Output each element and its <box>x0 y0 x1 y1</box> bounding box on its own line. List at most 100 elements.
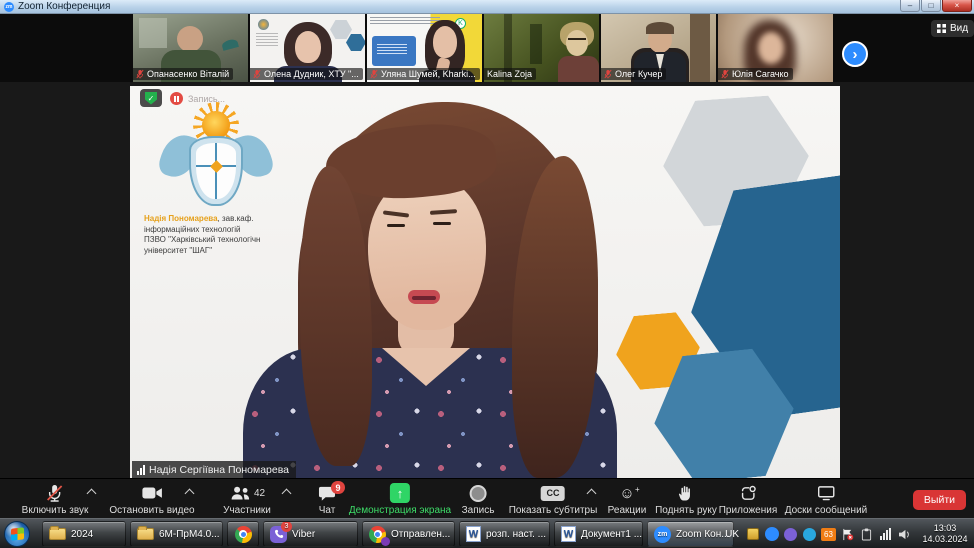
apps-button[interactable]: Приложения <box>719 483 778 516</box>
muted-mic-icon <box>370 69 378 79</box>
zoom-window: zm Zoom Конференция – □ × Опанасенко Віт… <box>0 0 974 548</box>
counter-tray-icon[interactable]: 63 <box>821 527 836 542</box>
language-indicator[interactable]: UK <box>725 529 739 540</box>
word-icon: W <box>561 526 576 542</box>
participants-count: 42 <box>254 488 265 499</box>
start-button[interactable] <box>4 521 30 547</box>
windows-taskbar: 2024 6М-ПрМ4.0... 3 Viber Отправлен... W… <box>0 518 974 548</box>
muted-mic-icon <box>721 69 729 79</box>
record-button[interactable]: Запись <box>462 483 495 516</box>
slide-header-text <box>370 17 440 25</box>
taskbar-clock[interactable]: 13:03 14.03.2024 <box>916 523 974 545</box>
chrome-icon <box>235 526 252 543</box>
security-shield-icon: ✓ <box>145 92 157 105</box>
record-icon <box>470 485 487 502</box>
zoom-tray-icon[interactable] <box>764 527 779 542</box>
chat-unread-badge: 9 <box>331 481 345 494</box>
title-bar[interactable]: zm Zoom Конференция – □ × <box>0 0 974 14</box>
taskbar-word-rozp-button[interactable]: W розп. наст. ... <box>459 521 550 547</box>
chrome-icon <box>369 526 386 543</box>
folder-icon <box>49 528 66 540</box>
viber-icon: 3 <box>270 526 287 543</box>
action-center-flag-icon[interactable] <box>840 527 855 542</box>
logo-caption: Надія Пономарева, зав.каф. інформаційних… <box>144 214 304 256</box>
messenger-tray-icon[interactable] <box>802 527 817 542</box>
window-title: Zoom Конференция <box>18 1 110 12</box>
whiteboards-button[interactable]: Доски сообщений <box>785 483 868 516</box>
muted-mic-icon <box>136 69 144 79</box>
participant-name-label: Олег Кучер <box>601 68 666 80</box>
raised-hand-icon <box>677 484 695 502</box>
maximize-button[interactable]: □ <box>921 0 941 12</box>
recording-indicator[interactable] <box>170 92 183 105</box>
taskbar-folder-2024[interactable]: 2024 <box>42 521 126 547</box>
share-screen-button[interactable]: ↑ Демонстрация экрана <box>349 483 451 516</box>
university-logo <box>160 104 272 212</box>
slide-panel-text <box>377 44 407 54</box>
unmute-button[interactable]: Включить звук <box>22 483 89 516</box>
participant-name-label: Олена Дудник, ХТУ "... <box>250 68 363 80</box>
next-page-arrow-button[interactable]: › <box>842 41 868 67</box>
participants-icon <box>229 485 251 501</box>
emblem-shield <box>189 136 243 206</box>
viber-tray-icon[interactable] <box>783 527 798 542</box>
muted-mic-icon <box>604 69 612 79</box>
audio-level-icon <box>137 465 145 475</box>
clock-date: 14.03.2024 <box>916 534 974 545</box>
minimize-button[interactable]: – <box>900 0 920 12</box>
clock-time: 13:03 <box>916 523 974 534</box>
taskbar-viber-button[interactable]: 3 Viber <box>263 521 358 547</box>
taskbar-sent-button[interactable]: Отправлен... <box>362 521 455 547</box>
participant-tile[interactable]: K Уляна Шумей, Kharki... <box>367 14 482 82</box>
participant-name-label: Юлія Сагачко <box>718 68 793 80</box>
camera-icon <box>141 485 163 501</box>
network-signal-icon[interactable] <box>878 527 893 542</box>
system-tray: UK 63 13:03 14.03.2024 <box>725 519 974 548</box>
grid-view-icon <box>937 24 946 33</box>
participant-face <box>177 26 203 52</box>
captions-button[interactable]: CC Показать субтитры <box>509 483 598 516</box>
meeting-security-badge[interactable]: ✓ <box>140 89 162 107</box>
zoom-app-icon: zm <box>4 2 14 12</box>
sun-icon <box>202 111 230 139</box>
participant-tile[interactable]: Олена Дудник, ХТУ "... <box>250 14 365 82</box>
update-tray-icon[interactable] <box>745 527 760 542</box>
speaker-eye-right <box>433 222 451 225</box>
raise-hand-button[interactable]: Поднять руку <box>655 483 717 516</box>
word-icon: W <box>466 526 481 542</box>
notification-badge <box>381 537 390 546</box>
participant-glasses <box>568 38 586 40</box>
view-button[interactable]: Вид <box>931 20 974 37</box>
participant-hair <box>646 22 674 34</box>
participants-button[interactable]: 42 Участники <box>223 483 271 516</box>
taskbar-zoom-button[interactable]: zm Zoom Кон... <box>647 521 734 547</box>
plus-icon: + <box>635 482 640 497</box>
leave-meeting-button[interactable]: Выйти <box>913 490 966 510</box>
participant-tile[interactable]: Опанасенко Віталій <box>133 14 248 82</box>
participant-name-label: Kalina Zoja <box>484 68 536 80</box>
participants-options-chevron[interactable] <box>282 489 292 499</box>
participant-tile[interactable]: Олег Кучер <box>601 14 716 82</box>
stop-video-button[interactable]: Остановить видео <box>109 483 194 516</box>
participant-face <box>433 26 457 58</box>
smiley-icon: ☺ <box>619 485 634 502</box>
participant-tile[interactable]: Kalina Zoja <box>484 14 599 82</box>
share-screen-icon: ↑ <box>390 483 410 503</box>
clipboard-tray-icon[interactable] <box>859 527 874 542</box>
speaker-eye-left <box>387 224 405 227</box>
taskbar-chrome-button[interactable] <box>227 521 259 547</box>
active-speaker-video: Надія Пономарева, зав.каф. інформаційних… <box>130 86 840 478</box>
close-button[interactable]: × <box>942 0 972 12</box>
reactions-button[interactable]: ☺+ Реакции <box>608 483 647 516</box>
window-glare <box>139 18 167 48</box>
speaker-mouth <box>412 296 436 300</box>
taskbar-folder-6m[interactable]: 6М-ПрМ4.0... <box>130 521 223 547</box>
taskbar-word-doc1-button[interactable]: W Документ1 ... <box>554 521 643 547</box>
participant-filmstrip: Опанасенко Віталій Олена Дудник, ХТУ "..… <box>0 14 974 82</box>
participant-tile[interactable]: Юлія Сагачко <box>718 14 833 82</box>
volume-icon[interactable] <box>897 527 912 542</box>
windows-logo-icon <box>11 527 24 540</box>
participant-name-label: Опанасенко Віталій <box>133 68 233 80</box>
muted-mic-icon <box>253 69 261 79</box>
participant-body <box>558 56 599 82</box>
